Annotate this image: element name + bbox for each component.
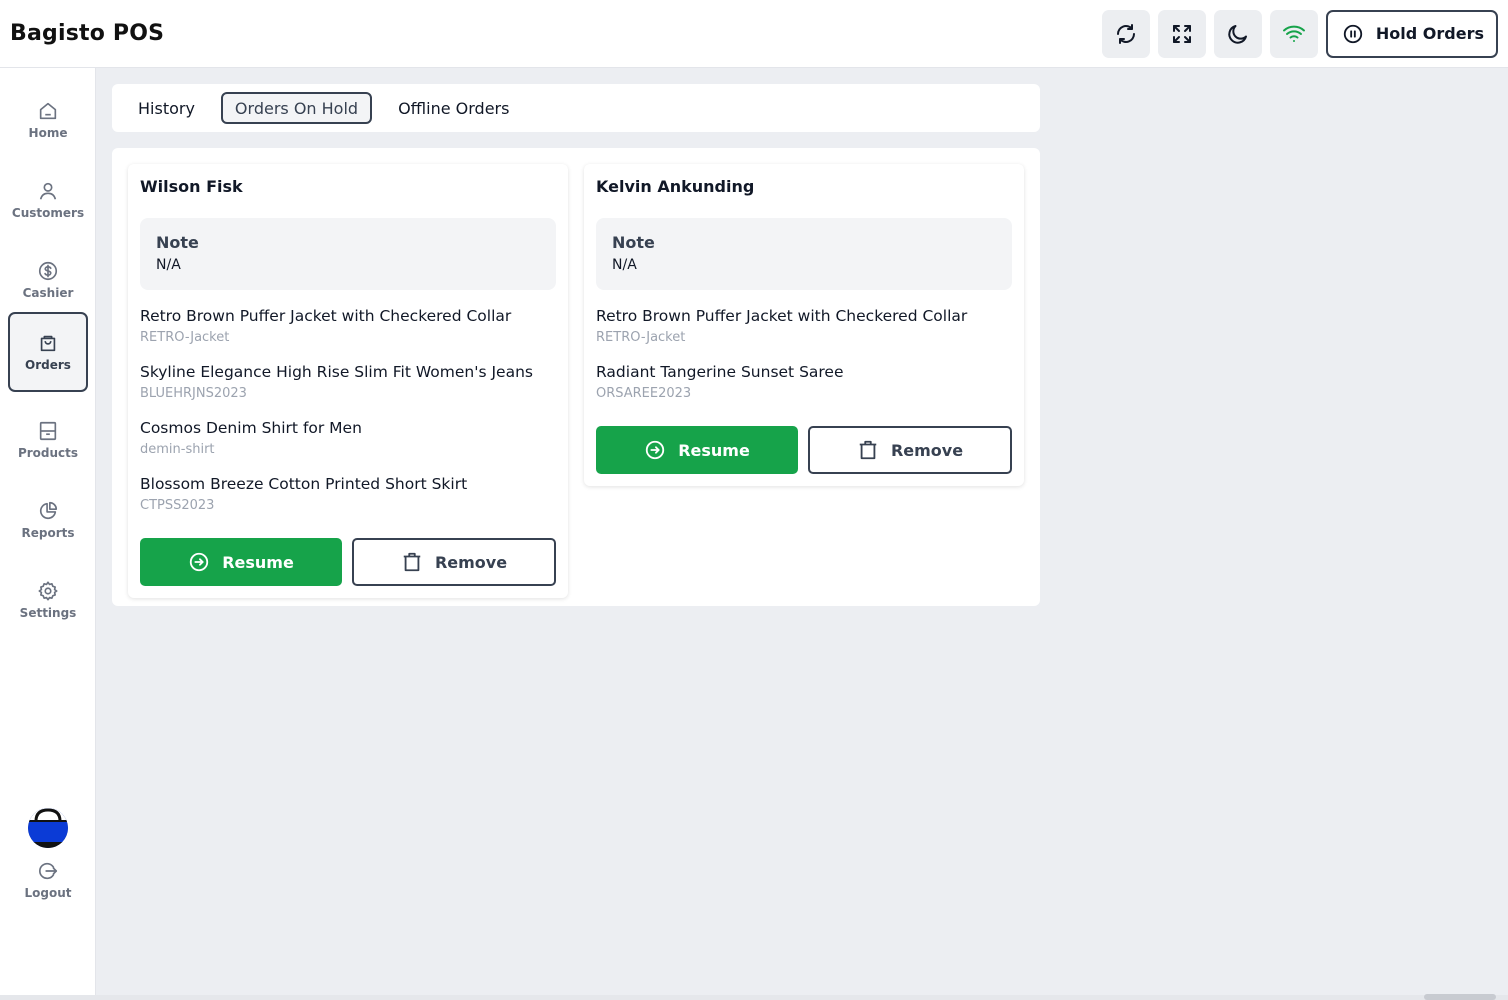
item-sku: CTPSS2023 — [140, 498, 215, 513]
resume-label: Resume — [678, 440, 750, 460]
note-value: N/A — [156, 257, 181, 273]
user-icon — [39, 182, 57, 200]
list-item: Cosmos Denim Shirt for Men demin-shirt — [140, 416, 556, 472]
logout-label: Logout — [24, 886, 72, 900]
horizontal-scrollbar-track[interactable] — [0, 995, 1508, 1000]
list-item: Blossom Breeze Cotton Printed Short Skir… — [140, 472, 556, 528]
home-icon — [39, 102, 57, 120]
gear-icon — [38, 581, 58, 601]
tab-orders-on-hold[interactable]: Orders On Hold — [220, 92, 373, 124]
sidebar-item-label: Cashier — [22, 286, 74, 300]
resume-button[interactable]: Resume — [596, 426, 798, 474]
wifi-icon — [1282, 25, 1305, 42]
remove-button[interactable]: Remove — [808, 426, 1012, 474]
fullscreen-button[interactable] — [1157, 9, 1206, 58]
item-name: Radiant Tangerine Sunset Saree — [596, 363, 844, 381]
sidebar-item-customers[interactable]: Customers — [8, 160, 88, 240]
fullscreen-icon — [1172, 24, 1191, 43]
order-items: Retro Brown Puffer Jacket with Checkered… — [596, 304, 1012, 416]
sidebar-item-products[interactable]: Products — [8, 400, 88, 480]
bag-icon — [40, 335, 56, 352]
order-tabs: History Orders On Hold Offline Orders — [112, 84, 1040, 132]
logout-icon — [38, 862, 58, 880]
archive-icon — [39, 421, 57, 441]
note-heading: Note — [156, 233, 199, 252]
hold-order-card: Kelvin Ankunding Note N/A Retro Brown Pu… — [584, 164, 1024, 486]
header-actions: Hold Orders — [1101, 9, 1498, 58]
note-box: Note N/A — [596, 218, 1012, 290]
note-value: N/A — [612, 257, 637, 273]
tab-offline-orders[interactable]: Offline Orders — [386, 92, 521, 124]
sidebar-item-label: Reports — [21, 526, 75, 540]
item-sku: RETRO-Jacket — [596, 330, 686, 345]
resume-button[interactable]: Resume — [140, 538, 342, 586]
horizontal-scrollbar-thumb[interactable] — [1424, 994, 1496, 1000]
sidebar: Home Customers Cashier Orders Products R… — [0, 68, 96, 1000]
top-bar: Bagisto POS Hold Orders — [0, 0, 1508, 68]
item-name: Retro Brown Puffer Jacket with Checkered… — [140, 307, 512, 325]
item-name: Retro Brown Puffer Jacket with Checkered… — [596, 307, 968, 325]
network-status-button[interactable] — [1269, 9, 1318, 58]
hold-order-card: Wilson Fisk Note N/A Retro Brown Puffer … — [128, 164, 568, 598]
sidebar-item-label: Customers — [11, 206, 85, 220]
app-title: Bagisto POS — [10, 21, 165, 46]
pie-chart-icon — [39, 501, 58, 520]
card-actions: Resume Remove — [596, 426, 1012, 474]
sidebar-item-orders[interactable]: Orders — [8, 312, 88, 392]
dark-mode-icon — [1228, 24, 1247, 44]
order-items: Retro Brown Puffer Jacket with Checkered… — [140, 304, 556, 528]
item-sku: BLUEHRJNS2023 — [140, 386, 247, 401]
list-item: Retro Brown Puffer Jacket with Checkered… — [140, 304, 556, 360]
arrow-circle-right-icon — [190, 552, 209, 572]
arrow-circle-right-icon — [646, 440, 665, 460]
trash-icon — [859, 440, 877, 460]
sidebar-item-reports[interactable]: Reports — [8, 480, 88, 560]
trash-icon — [403, 552, 421, 572]
dollar-icon — [38, 261, 58, 281]
customer-name: Kelvin Ankunding — [596, 177, 755, 196]
hold-orders-panel: Wilson Fisk Note N/A Retro Brown Puffer … — [112, 148, 1040, 606]
pause-circle-icon — [1343, 24, 1363, 43]
remove-label: Remove — [890, 440, 964, 460]
item-sku: demin-shirt — [140, 442, 215, 457]
remove-label: Remove — [434, 552, 508, 572]
list-item: Retro Brown Puffer Jacket with Checkered… — [596, 304, 1012, 360]
note-heading: Note — [612, 233, 655, 252]
sidebar-item-label: Products — [17, 446, 79, 460]
hold-orders-button[interactable]: Hold Orders — [1325, 9, 1498, 58]
sidebar-item-label: Settings — [19, 606, 77, 620]
sidebar-item-home[interactable]: Home — [8, 80, 88, 160]
dark-mode-button[interactable] — [1213, 9, 1262, 58]
note-box: Note N/A — [140, 218, 556, 290]
sync-button[interactable] — [1101, 9, 1150, 58]
list-item: Radiant Tangerine Sunset Saree ORSAREE20… — [596, 360, 1012, 416]
tab-history[interactable]: History — [126, 92, 207, 124]
card-actions: Resume Remove — [140, 538, 556, 586]
sidebar-item-cashier[interactable]: Cashier — [8, 240, 88, 320]
customer-name: Wilson Fisk — [140, 177, 243, 196]
item-name: Blossom Breeze Cotton Printed Short Skir… — [140, 475, 468, 493]
sync-icon — [1116, 23, 1135, 44]
remove-button[interactable]: Remove — [352, 538, 556, 586]
list-item: Skyline Elegance High Rise Slim Fit Wome… — [140, 360, 556, 416]
sidebar-item-settings[interactable]: Settings — [8, 560, 88, 640]
sidebar-item-label: Home — [28, 126, 68, 140]
item-sku: ORSAREE2023 — [596, 386, 692, 401]
sidebar-item-label: Orders — [25, 358, 71, 372]
resume-label: Resume — [222, 552, 294, 572]
logout-button[interactable]: Logout — [8, 840, 88, 920]
item-sku: RETRO-Jacket — [140, 330, 230, 345]
item-name: Skyline Elegance High Rise Slim Fit Wome… — [140, 363, 533, 381]
item-name: Cosmos Denim Shirt for Men — [140, 419, 362, 437]
hold-orders-label: Hold Orders — [1375, 24, 1484, 43]
